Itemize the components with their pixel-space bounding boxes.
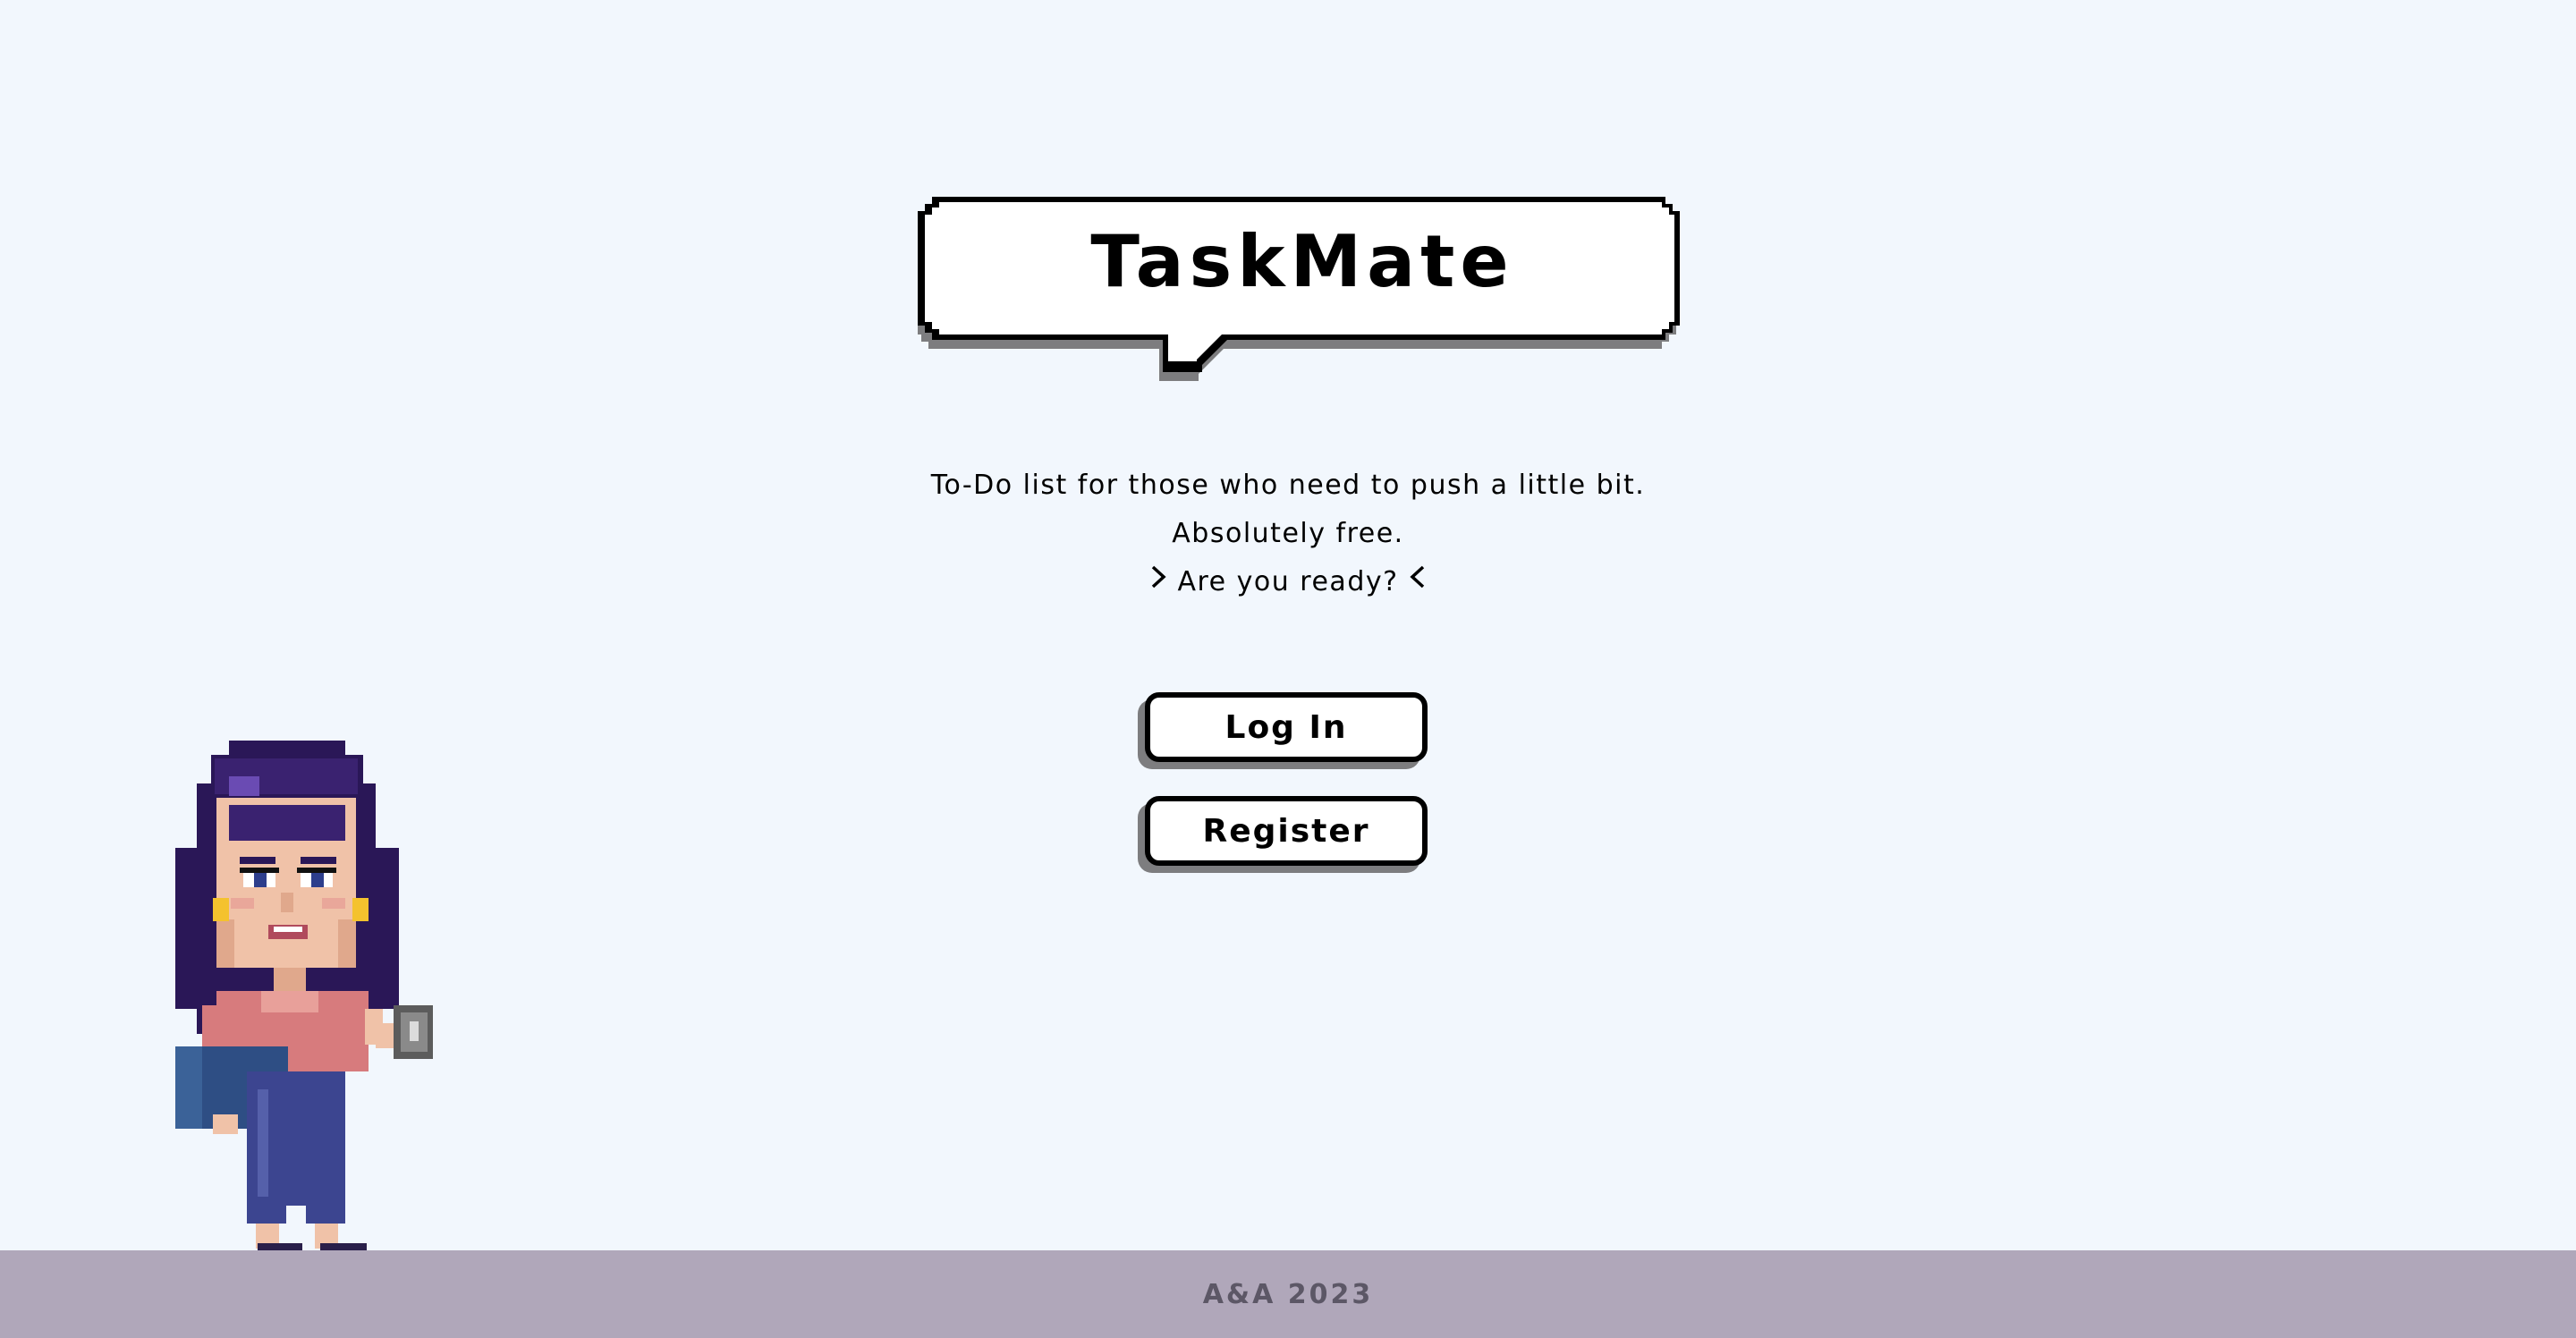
title-speech-bubble: TaskMate bbox=[918, 190, 1687, 381]
ready-prompt-text: Are you ready? bbox=[1177, 566, 1399, 597]
tagline-line-1: To-Do list for those who need to push a … bbox=[930, 470, 1646, 501]
pixel-girl-with-mug-illustration bbox=[175, 741, 433, 1275]
chevron-left-icon bbox=[1410, 565, 1424, 589]
tagline-line-2: Absolutely free. bbox=[1172, 518, 1404, 549]
chevron-right-icon bbox=[1152, 565, 1166, 589]
footer-copyright: A&A 2023 bbox=[1202, 1278, 1374, 1310]
landing-page: TaskMate To-Do list for those who need t… bbox=[0, 0, 2576, 1338]
footer: A&A 2023 bbox=[0, 1250, 2576, 1338]
login-button[interactable]: Log In bbox=[1145, 692, 1428, 762]
ready-prompt: Are you ready? bbox=[805, 558, 1771, 606]
tagline: To-Do list for those who need to push a … bbox=[805, 462, 1771, 606]
register-button[interactable]: Register bbox=[1145, 796, 1428, 866]
app-title: TaskMate bbox=[1090, 219, 1514, 303]
